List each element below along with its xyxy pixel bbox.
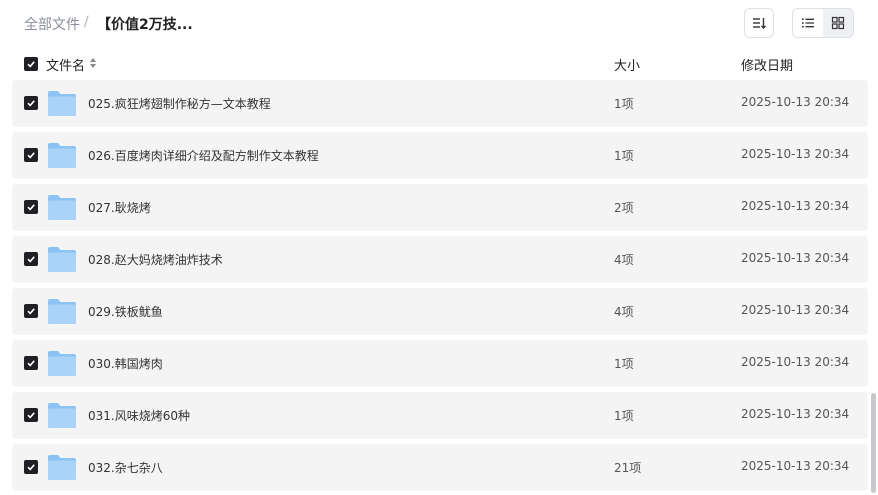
- list-item[interactable]: 026.百度烤肉详细介绍及配方制作文本教程 1项 2025-10-13 20:3…: [12, 132, 868, 179]
- list-view-button[interactable]: [793, 9, 823, 37]
- list-view-icon: [802, 18, 814, 28]
- file-size: 4项: [614, 305, 634, 319]
- file-date: 2025-10-13 20:34: [741, 95, 850, 109]
- folder-icon: [48, 455, 76, 480]
- file-name[interactable]: 026.百度烤肉详细介绍及配方制作文本教程: [88, 147, 319, 164]
- select-all-checkbox[interactable]: [24, 57, 38, 71]
- row-checkbox[interactable]: [24, 96, 38, 110]
- file-size: 4项: [614, 253, 634, 267]
- folder-icon: [48, 195, 76, 220]
- sort-list-icon: [753, 18, 766, 29]
- sort-caret-icon[interactable]: [89, 57, 97, 69]
- view-toggle: [792, 8, 854, 38]
- file-name[interactable]: 028.赵大妈烧烤油炸技术: [88, 251, 223, 268]
- file-name[interactable]: 030.韩国烤肉: [88, 355, 163, 372]
- row-checkbox[interactable]: [24, 200, 38, 214]
- check-icon: [27, 412, 35, 419]
- file-size: 21项: [614, 461, 642, 475]
- file-size: 1项: [614, 149, 634, 163]
- file-date: 2025-10-13 20:34: [741, 147, 850, 161]
- file-name[interactable]: 027.耿烧烤: [88, 199, 151, 216]
- file-size: 1项: [614, 357, 634, 371]
- check-icon: [27, 61, 35, 68]
- check-icon: [27, 100, 35, 107]
- row-checkbox[interactable]: [24, 148, 38, 162]
- row-checkbox[interactable]: [24, 460, 38, 474]
- scrollbar[interactable]: [871, 393, 876, 493]
- file-date: 2025-10-13 20:34: [741, 407, 850, 421]
- file-name[interactable]: 031.风味烧烤60种: [88, 407, 190, 424]
- folder-icon: [48, 143, 76, 168]
- file-name[interactable]: 025.疯狂烤翅制作秘方—文本教程: [88, 95, 271, 112]
- check-icon: [27, 360, 35, 367]
- grid-view-button[interactable]: [823, 9, 853, 37]
- file-date: 2025-10-13 20:34: [741, 459, 850, 473]
- grid-view-icon: [831, 16, 845, 30]
- row-checkbox[interactable]: [24, 304, 38, 318]
- breadcrumb-separator: /: [84, 14, 89, 30]
- row-checkbox[interactable]: [24, 356, 38, 370]
- folder-icon: [48, 91, 76, 116]
- file-name[interactable]: 029.铁板鱿鱼: [88, 303, 163, 320]
- check-icon: [27, 308, 35, 315]
- folder-icon: [48, 351, 76, 376]
- column-header-date[interactable]: 修改日期: [741, 55, 793, 74]
- file-date: 2025-10-13 20:34: [741, 303, 850, 317]
- top-bar: 全部文件 / 【价值2万技...: [0, 0, 878, 48]
- list-item[interactable]: 025.疯狂烤翅制作秘方—文本教程 1项 2025-10-13 20:34: [12, 80, 868, 127]
- file-date: 2025-10-13 20:34: [741, 199, 850, 213]
- list-item[interactable]: 028.赵大妈烧烤油炸技术 4项 2025-10-13 20:34: [12, 236, 868, 283]
- list-item[interactable]: 032.杂七杂八 21项 2025-10-13 20:34: [12, 444, 868, 491]
- check-icon: [27, 256, 35, 263]
- table-header: 文件名 大小 修改日期: [12, 48, 868, 80]
- file-size: 2项: [614, 201, 634, 215]
- file-date: 2025-10-13 20:34: [741, 355, 850, 369]
- list-item[interactable]: 031.风味烧烤60种 1项 2025-10-13 20:34: [12, 392, 868, 439]
- list-item[interactable]: 030.韩国烤肉 1项 2025-10-13 20:34: [12, 340, 868, 387]
- file-size: 1项: [614, 97, 634, 111]
- row-checkbox[interactable]: [24, 252, 38, 266]
- list-item[interactable]: 029.铁板鱿鱼 4项 2025-10-13 20:34: [12, 288, 868, 335]
- row-checkbox[interactable]: [24, 408, 38, 422]
- folder-icon: [48, 299, 76, 324]
- file-size: 1项: [614, 409, 634, 423]
- breadcrumb-current[interactable]: 【价值2万技...: [97, 14, 193, 34]
- sort-button[interactable]: [744, 8, 774, 38]
- check-icon: [27, 464, 35, 471]
- column-header-name[interactable]: 文件名: [46, 55, 85, 74]
- check-icon: [27, 204, 35, 211]
- column-header-size[interactable]: 大小: [614, 55, 640, 74]
- breadcrumb-root[interactable]: 全部文件: [24, 14, 80, 34]
- check-icon: [27, 152, 35, 159]
- file-date: 2025-10-13 20:34: [741, 251, 850, 265]
- file-name[interactable]: 032.杂七杂八: [88, 459, 163, 476]
- folder-icon: [48, 247, 76, 272]
- folder-icon: [48, 403, 76, 428]
- list-item[interactable]: 027.耿烧烤 2项 2025-10-13 20:34: [12, 184, 868, 231]
